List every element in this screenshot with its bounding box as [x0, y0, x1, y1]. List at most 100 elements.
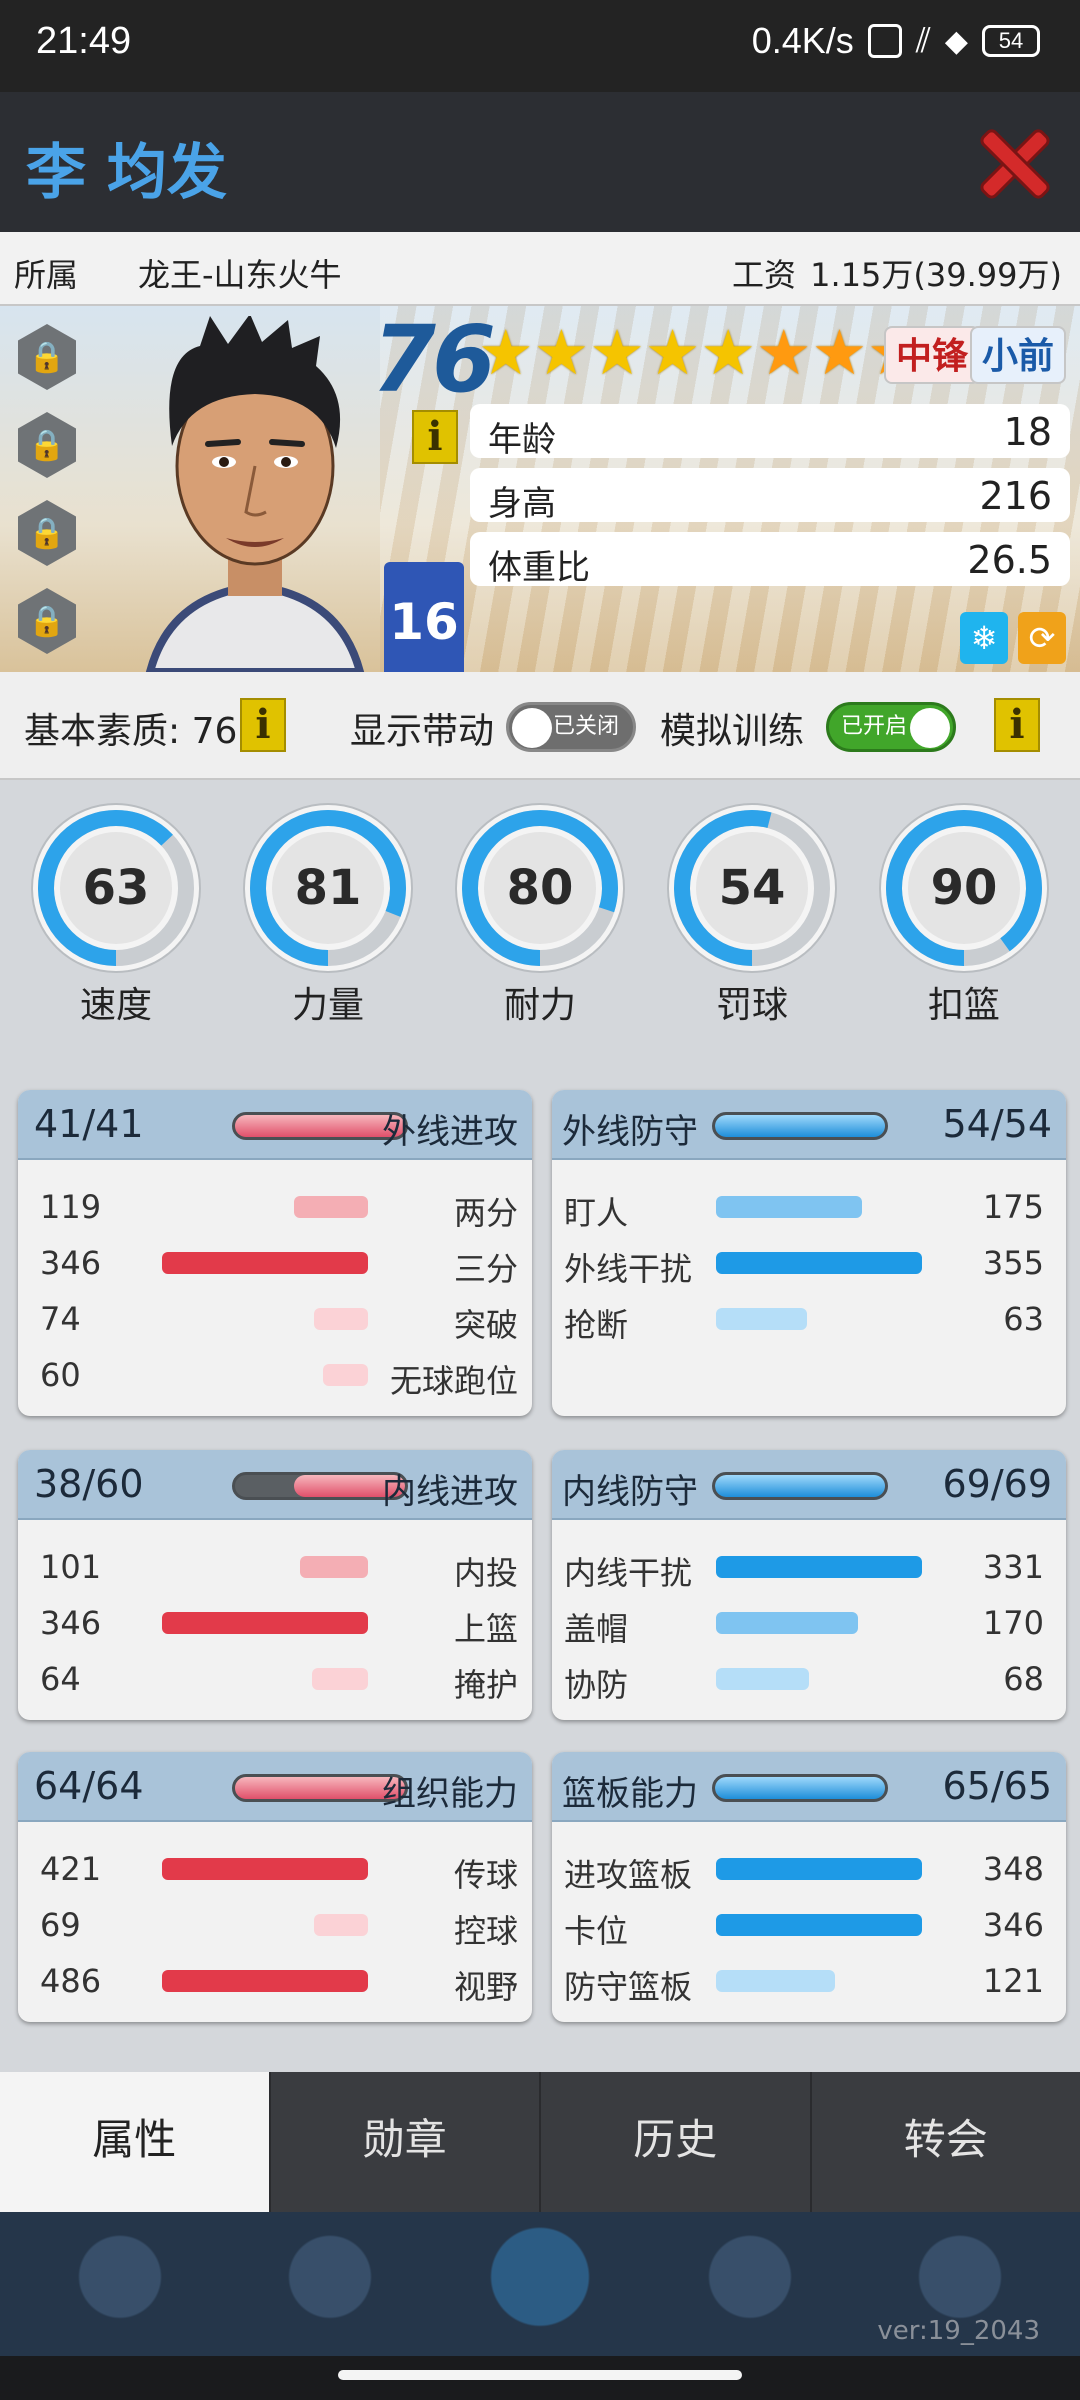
gauge-3: 54 罚球 [666, 802, 838, 1028]
bio-age: 年龄 18 [470, 404, 1070, 460]
dock-yen-icon [230, 2212, 430, 2356]
gauge-value: 63 [83, 860, 150, 916]
card-total-bar [712, 1112, 888, 1140]
stat-label: 上篮 [453, 1610, 518, 1648]
stat-label: 视野 [453, 1968, 518, 2006]
star-icon: ★ [700, 316, 756, 389]
stat-value: 121 [982, 1962, 1044, 2000]
stat-label: 内线干扰 [564, 1554, 693, 1592]
gauge-value: 81 [295, 860, 362, 916]
tab-attributes[interactable]: 属性 [0, 2072, 269, 2212]
title-bar: 李 均发 [0, 92, 1080, 232]
stat-label: 防守篮板 [564, 1968, 693, 2006]
star-icon: ★ [533, 316, 590, 389]
stat-bar [314, 1914, 368, 1936]
stat-value: 63 [1003, 1300, 1044, 1338]
show-boost-label: 显示带动 [350, 711, 495, 752]
info-icon[interactable]: i [240, 698, 286, 752]
stat-bar [716, 1612, 858, 1634]
gauge-0: 63 速度 [30, 802, 202, 1028]
stat-row: 170 盖帽 [552, 1594, 1066, 1650]
stat-value: 119 [40, 1188, 102, 1226]
card-score: 54/54 [942, 1102, 1052, 1146]
stat-value: 175 [982, 1188, 1044, 1226]
info-icon[interactable]: i [412, 410, 458, 464]
stat-value: 346 [40, 1244, 102, 1282]
lock-icon[interactable]: 🔒 [18, 500, 76, 566]
stat-row: 175 盯人 [552, 1178, 1066, 1234]
card-score: 64/64 [34, 1764, 144, 1808]
stat-bar [162, 1858, 368, 1880]
stat-row: 121 防守篮板 [552, 1952, 1066, 2008]
card-total-bar-fill [715, 1115, 885, 1137]
stat-label: 无球跑位 [389, 1362, 518, 1400]
sim-training-toggle[interactable]: 已开启 [826, 702, 956, 752]
stat-value: 346 [982, 1906, 1044, 1944]
dock-home-icon [440, 2212, 640, 2356]
player-panel: 所属 龙王-山东火牛 工资 1.15万(39.99万) 🔒 🔒 🔒 🔒 76 ★… [0, 232, 1080, 2210]
stat-label: 盯人 [564, 1194, 629, 1232]
gauge-ring: 54 [667, 803, 837, 973]
gauge-label: 扣篮 [927, 985, 1000, 1026]
stat-row: 346 三分 [18, 1234, 532, 1290]
card-header: 65/65 篮板能力 [552, 1752, 1066, 1822]
gauge-label: 力量 [291, 985, 364, 1026]
overall-rating: 76 [372, 306, 496, 413]
position-center-button[interactable]: 中锋 [883, 326, 980, 384]
stat-label: 卡位 [564, 1912, 629, 1950]
position-small-forward-button[interactable]: 小前 [969, 326, 1066, 384]
gauge-ring: 90 [879, 803, 1049, 973]
dock-star-icon [20, 2212, 220, 2356]
stat-label: 进攻篮板 [564, 1856, 693, 1894]
version-label: ver:19_2043 [877, 2316, 1040, 2346]
tab-badges[interactable]: 勋章 [268, 2072, 539, 2212]
stat-row: 346 卡位 [552, 1896, 1066, 1952]
show-boost-toggle[interactable]: 已关闭 [506, 702, 636, 752]
stat-bar [162, 1970, 368, 1992]
stat-bar [323, 1364, 368, 1386]
card-header: 54/54 外线防守 [552, 1090, 1066, 1160]
stat-value: 69 [40, 1906, 81, 1944]
stat-value: 170 [982, 1604, 1044, 1642]
card-total-bar-fill [235, 1777, 405, 1799]
signal-icon: ⫽ [915, 21, 931, 60]
lock-icon[interactable]: 🔒 [18, 412, 76, 478]
stat-row: 486 视野 [18, 1952, 532, 2008]
lock-icon[interactable]: 🔒 [18, 588, 76, 654]
stat-label: 盖帽 [564, 1610, 629, 1648]
stat-bar [716, 1308, 807, 1330]
refresh-icon[interactable]: ⟳ [1018, 612, 1066, 664]
gauge-ring: 63 [31, 803, 201, 973]
attribute-gauges: 63 速度 81 力量 80 耐力 54 罚球 90 扣篮 [0, 802, 1080, 1072]
stat-value: 421 [40, 1850, 102, 1888]
snowflake-icon[interactable]: ❄ [960, 612, 1008, 664]
gauge-2: 80 耐力 [454, 802, 626, 1028]
outside-defense-card: 54/54 外线防守 175 盯人 355 外线干扰 63 抢断 [552, 1090, 1066, 1416]
stat-row: 119 两分 [18, 1178, 532, 1234]
close-button[interactable] [978, 128, 1050, 200]
gesture-bar[interactable] [338, 2370, 742, 2380]
star-rating: ★★★★★★★★ [478, 318, 923, 388]
tab-transfer[interactable]: 转会 [809, 2072, 1080, 2212]
stat-bar [314, 1308, 368, 1330]
card-title: 组织能力 [382, 1774, 518, 1814]
tab-bar: 属性 勋章 历史 转会 [0, 2072, 1080, 2212]
gauge-label: 罚球 [715, 985, 788, 1026]
stat-bar [716, 1668, 809, 1690]
stat-value: 331 [982, 1548, 1044, 1586]
star-icon: ★ [644, 316, 701, 389]
star-icon: ★ [478, 316, 534, 389]
info-icon[interactable]: i [994, 698, 1040, 752]
stat-row: 331 内线干扰 [552, 1538, 1066, 1594]
battery-icon: 54 [982, 25, 1040, 57]
network-speed: 0.4K/s [751, 20, 854, 61]
card-title: 内线防守 [562, 1472, 698, 1512]
stat-bar [716, 1556, 922, 1578]
card-title: 外线防守 [562, 1112, 698, 1152]
tab-history[interactable]: 历史 [539, 2072, 810, 2212]
wifi-icon: ◆ [944, 24, 968, 58]
lock-icon[interactable]: 🔒 [18, 324, 76, 390]
stat-row: 346 上篮 [18, 1594, 532, 1650]
stat-bar [294, 1196, 368, 1218]
gauge-label: 耐力 [503, 985, 576, 1026]
